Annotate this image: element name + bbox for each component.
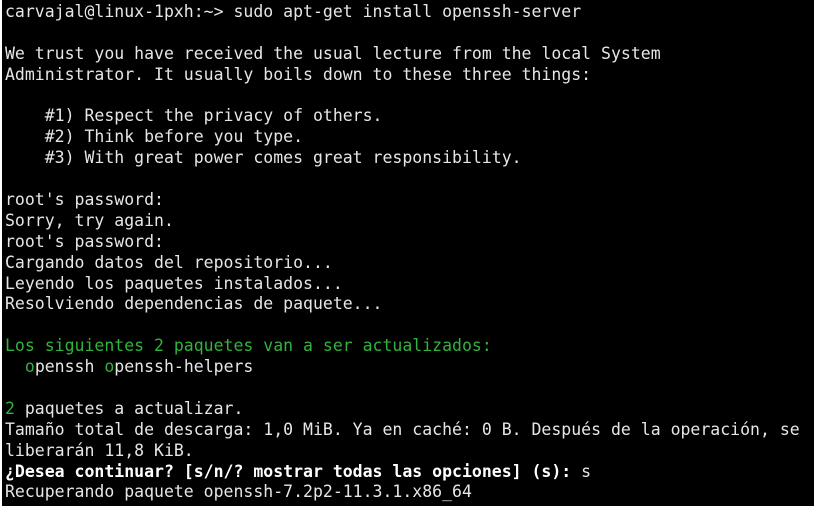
retrieving-package-line: Recuperando paquete openssh-7.2p2-11.3.1… — [5, 482, 472, 502]
continue-question: ¿Desea continuar? [s/n/? mostrar todas l… — [5, 461, 582, 481]
package-count-text: paquetes a actualizar. — [14, 398, 244, 418]
package-initial: o — [24, 357, 35, 377]
lecture-line-2: Administrator. It usually boils down to … — [5, 64, 592, 84]
package-initial: o — [104, 357, 115, 377]
command-line: carvajal@linux-1pxh:~> sudo apt-get inst… — [5, 2, 814, 23]
lecture-rule-2: #2) Think before you type. — [5, 127, 304, 147]
packages-heading: Los siguientes 2 paquetes van a ser actu… — [5, 336, 492, 356]
continue-prompt-line[interactable]: ¿Desea continuar? [s/n/? mostrar todas l… — [5, 462, 814, 483]
lecture-rule-3: #3) With great power comes great respons… — [5, 148, 522, 168]
shell-prompt: carvajal@linux-1pxh:~> — [5, 2, 234, 21]
package-count-number: 2 — [5, 398, 15, 418]
sorry-message: Sorry, try again. — [5, 210, 174, 230]
lecture-line-1: We trust you have received the usual lec… — [5, 43, 661, 63]
terminal-output: carvajal@linux-1pxh:~> sudo apt-get inst… — [5, 2, 814, 503]
resolving-dependencies-message: Resolviendo dependencias de paquete... — [5, 294, 383, 314]
loading-repository-message: Cargando datos del repositorio... — [5, 252, 333, 272]
command-text: sudo apt-get install openssh-server — [233, 2, 582, 21]
package-list: openssh openssh-helpers — [5, 357, 814, 378]
password-prompt: root's password: — [5, 231, 164, 251]
download-size-line: Tamaño total de descarga: 1,0 MiB. Ya en… — [5, 419, 800, 439]
package-count-line: 2 paquetes a actualizar. — [5, 399, 814, 420]
freed-space-line: liberarán 11,8 KiB. — [5, 440, 194, 460]
terminal-window[interactable]: carvajal@linux-1pxh:~> sudo apt-get inst… — [2, 0, 814, 506]
lecture-rule-1: #1) Respect the privacy of others. — [5, 106, 383, 126]
package-name: penssh-helpers — [114, 357, 254, 377]
continue-answer: s — [581, 461, 592, 481]
password-prompt: root's password: — [5, 190, 164, 210]
package-name: penssh — [34, 357, 95, 377]
reading-installed-message: Leyendo los paquetes instalados... — [5, 273, 343, 293]
